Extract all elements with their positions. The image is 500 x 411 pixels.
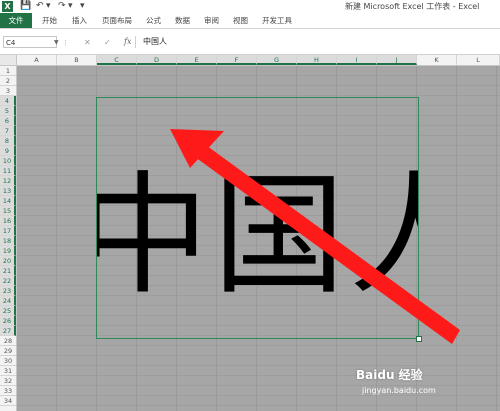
baidu-watermark: Baidu 经验	[356, 368, 423, 382]
arrow-shaft	[195, 143, 460, 344]
baidu-watermark-url: jingyan.baidu.com	[362, 386, 436, 395]
annotation-arrow	[170, 129, 460, 344]
